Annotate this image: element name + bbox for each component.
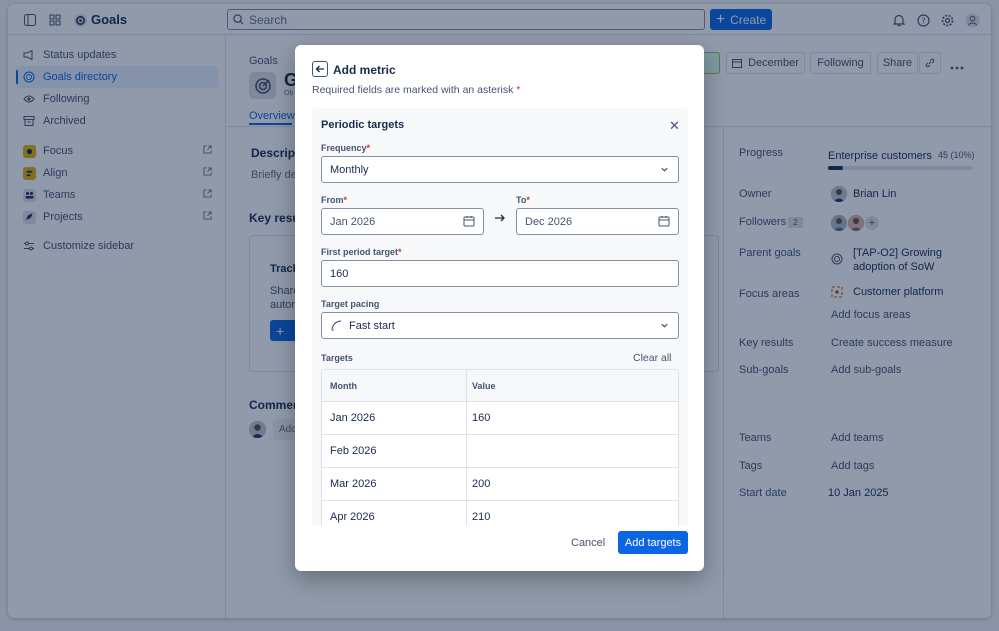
panel-title: Periodic targets bbox=[321, 119, 405, 131]
from-date-picker[interactable]: Jan 2026 bbox=[321, 208, 484, 235]
table-row: Jan 2026 160 bbox=[322, 402, 678, 435]
targets-table: Month Value Jan 2026 160 Feb 2026 Mar 20… bbox=[321, 369, 679, 526]
frequency-label: Frequency* bbox=[321, 143, 370, 153]
to-value: Dec 2026 bbox=[525, 215, 573, 228]
to-date-picker[interactable]: Dec 2026 bbox=[516, 208, 679, 235]
to-label-text: To bbox=[516, 195, 527, 205]
to-label: To* bbox=[516, 195, 530, 205]
calendar-icon bbox=[658, 216, 670, 227]
chevron-down-icon bbox=[661, 323, 668, 328]
required-asterisk: * bbox=[526, 195, 530, 205]
arrow-right-icon bbox=[494, 212, 506, 227]
cancel-button[interactable]: Cancel bbox=[571, 537, 605, 549]
required-asterisk: * bbox=[398, 247, 402, 257]
required-asterisk: * bbox=[343, 195, 348, 205]
value-cell-input[interactable]: 200 bbox=[467, 478, 490, 490]
arrow-left-icon bbox=[315, 65, 324, 73]
table-row: Mar 2026 200 bbox=[322, 468, 678, 501]
table-row: Apr 2026 210 bbox=[322, 501, 678, 526]
from-label-text: From bbox=[321, 195, 344, 205]
column-header-month: Month bbox=[322, 370, 467, 401]
from-value: Jan 2026 bbox=[330, 215, 376, 228]
target-pacing-label: Target pacing bbox=[321, 299, 380, 309]
required-fields-note: Required fields are marked with an aster… bbox=[312, 84, 520, 96]
table-header-row: Month Value bbox=[322, 370, 678, 402]
required-note-text: Required fields are marked with an aster… bbox=[312, 84, 514, 96]
first-period-target-input[interactable]: 160 bbox=[321, 260, 679, 287]
value-cell-input[interactable]: 210 bbox=[467, 511, 490, 523]
month-cell: Jan 2026 bbox=[322, 402, 467, 434]
close-icon[interactable]: ✕ bbox=[669, 118, 680, 134]
back-button[interactable] bbox=[312, 61, 328, 77]
add-targets-button[interactable]: Add targets bbox=[618, 531, 688, 554]
frequency-select[interactable]: Monthly bbox=[321, 156, 679, 183]
targets-label: Targets bbox=[321, 353, 353, 363]
value-cell-input[interactable]: 160 bbox=[467, 412, 490, 424]
clear-all-button[interactable]: Clear all bbox=[633, 352, 672, 364]
month-cell: Feb 2026 bbox=[322, 435, 467, 467]
chevron-down-icon bbox=[661, 167, 668, 172]
first-target-value: 160 bbox=[330, 267, 349, 280]
column-header-value: Value bbox=[472, 380, 496, 391]
first-target-label-text: First period target bbox=[321, 247, 399, 257]
first-period-target-label: First period target* bbox=[321, 247, 402, 257]
dialog-title: Add metric bbox=[333, 63, 396, 77]
month-cell: Mar 2026 bbox=[322, 468, 467, 500]
periodic-targets-panel: Periodic targets ✕ Frequency* Monthly Fr… bbox=[312, 108, 688, 526]
frequency-value: Monthly bbox=[330, 163, 369, 176]
frequency-label-text: Frequency bbox=[321, 143, 367, 153]
target-pacing-select[interactable]: Fast start bbox=[321, 312, 679, 339]
from-label: From* bbox=[321, 195, 347, 205]
month-cell: Apr 2026 bbox=[322, 501, 467, 526]
required-asterisk: * bbox=[516, 84, 521, 96]
calendar-icon bbox=[463, 216, 475, 227]
add-metric-dialog: Add metric Required fields are marked wi… bbox=[295, 45, 704, 571]
fast-start-curve-icon bbox=[331, 320, 342, 331]
table-row: Feb 2026 bbox=[322, 435, 678, 468]
pacing-value: Fast start bbox=[349, 319, 395, 332]
required-asterisk: * bbox=[366, 143, 371, 153]
